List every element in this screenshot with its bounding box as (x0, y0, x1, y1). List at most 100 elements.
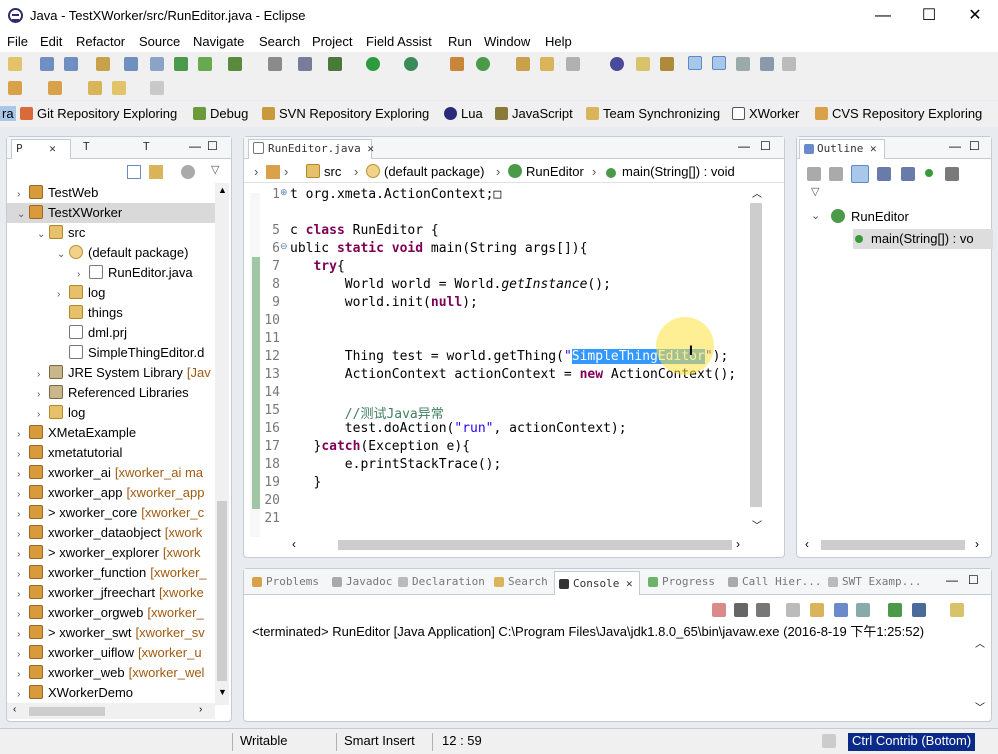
menu-edit[interactable]: Edit (40, 34, 62, 49)
tree-item[interactable]: › Referenced Libraries (37, 383, 189, 403)
paragraph-icon[interactable] (782, 57, 796, 71)
scroll-down-icon[interactable]: ﹀ (975, 699, 985, 714)
save-icon[interactable] (40, 57, 54, 71)
minimize-button[interactable]: — (868, 6, 898, 26)
tree-item[interactable]: › > xworker_core [xworker_c (17, 503, 204, 523)
open-type-icon[interactable] (516, 57, 530, 71)
tab-package-explorer[interactable]: P ✕ (11, 139, 71, 159)
perspective-lua[interactable]: Lua (444, 106, 483, 121)
run-icon[interactable] (366, 57, 380, 71)
breadcrumb-method[interactable]: main(String[]) : void (606, 164, 735, 179)
view-dropdown-icon[interactable]: ▽ (211, 163, 219, 176)
perspective-git[interactable]: Git Repository Exploring (20, 106, 177, 121)
collapse-icon[interactable]: › (37, 405, 49, 425)
collapse-icon[interactable]: › (17, 585, 29, 605)
export-icon[interactable] (150, 57, 164, 71)
menu-search[interactable]: Search (259, 34, 300, 49)
remove-all-icon[interactable] (756, 603, 770, 617)
scroll-right-icon[interactable]: › (975, 537, 979, 551)
last-edit-icon[interactable] (88, 81, 102, 95)
maximize-editor-icon[interactable]: ☐ (760, 139, 771, 153)
scroll-right-icon[interactable]: › (199, 704, 202, 715)
tab-search[interactable]: Search (494, 575, 548, 593)
perspective-team-sync[interactable]: Team Synchronizing (586, 106, 720, 121)
new-class-icon[interactable] (476, 57, 490, 71)
hide-fields-icon[interactable] (807, 167, 821, 181)
tree-item[interactable]: › xworker_web [xworker_wel (17, 663, 204, 683)
tab-declaration[interactable]: Declaration (398, 575, 485, 593)
show-stdout-icon[interactable] (856, 603, 870, 617)
maximize-button[interactable]: ☐ (914, 6, 944, 26)
tree-item[interactable]: things (57, 303, 123, 323)
display-console-icon[interactable] (912, 603, 926, 617)
link-with-editor-icon[interactable] (149, 165, 163, 179)
collapse-icon[interactable]: › (17, 425, 29, 445)
expand-icon[interactable]: ⌄ (17, 205, 29, 225)
hide-local-types-icon[interactable] (901, 167, 915, 181)
tree-item[interactable]: › xworker_uiflow [xworker_u (17, 643, 202, 663)
scroll-lock-icon[interactable] (810, 603, 824, 617)
outline-hscroll-thumb[interactable] (821, 540, 965, 550)
maximize-view-icon[interactable]: ☐ (968, 573, 979, 587)
close-button[interactable]: ✕ (960, 6, 990, 26)
outline-class-item[interactable]: RunEditor (831, 209, 909, 224)
tree-item[interactable]: › > xworker_explorer [xwork (17, 543, 200, 563)
menu-refactor[interactable]: Refactor (76, 34, 125, 49)
scroll-left-icon[interactable]: ‹ (292, 537, 296, 551)
save-as-icon[interactable] (124, 57, 138, 71)
editor-vertical-scrollbar[interactable]: ︿ ﹀ (748, 185, 764, 535)
horizontal-scrollbar[interactable]: ‹ › (7, 703, 215, 719)
menu-project[interactable]: Project (312, 34, 352, 49)
menu-file[interactable]: File (7, 34, 28, 49)
close-tab-icon[interactable]: ✕ (870, 142, 877, 155)
tree-item[interactable]: › log (57, 283, 105, 303)
tab-outline[interactable]: Outline ✕ (799, 139, 885, 159)
tree-item[interactable]: › xworker_function [xworker_ (17, 563, 207, 583)
breadcrumb-package[interactable]: (default package) (366, 164, 484, 179)
globe-icon[interactable] (610, 57, 624, 71)
collapse-icon[interactable]: › (17, 565, 29, 585)
collapse-icon[interactable]: › (17, 605, 29, 625)
tab-javadoc[interactable]: Javadoc (332, 575, 392, 593)
maximize-view-icon[interactable]: ☐ (207, 139, 218, 153)
close-tab-icon[interactable]: ✕ (626, 577, 633, 590)
menu-help[interactable]: Help (545, 34, 572, 49)
scroll-up-icon[interactable]: ︿ (752, 185, 762, 200)
tree-item[interactable]: dml.prj (57, 323, 127, 343)
tree-item[interactable]: › XMetaExample (17, 423, 136, 443)
editor-hscroll-thumb[interactable] (338, 540, 732, 550)
hscroll-thumb[interactable] (29, 707, 105, 716)
public-members-icon[interactable] (925, 169, 933, 177)
collapse-icon[interactable]: › (17, 505, 29, 525)
task-icon[interactable] (660, 57, 674, 71)
tree-item[interactable]: › xworker_orgweb [xworker_ (17, 603, 204, 623)
hide-nonpublic-icon[interactable] (877, 167, 891, 181)
outline-hscrollbar[interactable]: ‹ › (797, 537, 989, 553)
pin-console-icon[interactable] (888, 603, 902, 617)
menu-window[interactable]: Window (484, 34, 530, 49)
perspective-java[interactable]: ra (0, 106, 16, 121)
new-icon[interactable] (8, 57, 22, 71)
show-whitespace-icon[interactable] (760, 57, 774, 71)
view-dropdown-icon[interactable]: ▽ (811, 185, 819, 198)
close-tab-icon[interactable]: ✕ (49, 142, 56, 155)
search-tool-icon[interactable] (566, 57, 580, 71)
next-annotation-icon[interactable] (8, 81, 22, 95)
tab-progress[interactable]: Progress (648, 575, 715, 593)
view-menu-icon[interactable] (181, 165, 195, 179)
collapse-icon[interactable]: › (17, 445, 29, 465)
expand-icon[interactable]: ⌄ (57, 245, 69, 265)
print-icon[interactable] (96, 57, 110, 71)
key-binding-indicator[interactable]: Ctrl Contrib (Bottom) (848, 733, 976, 751)
tab-problems[interactable]: Problems (252, 575, 319, 593)
tab-runeditor-java[interactable]: RunEditor.java ✕ (248, 139, 374, 159)
collapse-icon[interactable]: › (77, 265, 89, 285)
remove-launch-icon[interactable] (734, 603, 748, 617)
minimize-view-icon[interactable]: — (189, 139, 201, 153)
perspective-xworker[interactable]: XWorker (732, 106, 799, 121)
menu-field-assist[interactable]: Field Assist (366, 34, 432, 49)
hide-static-icon[interactable] (829, 167, 843, 181)
debug-icon[interactable] (328, 57, 342, 71)
collapse-icon[interactable]: › (17, 545, 29, 565)
tree-item[interactable]: › xworker_dataobject [xwork (17, 523, 202, 543)
